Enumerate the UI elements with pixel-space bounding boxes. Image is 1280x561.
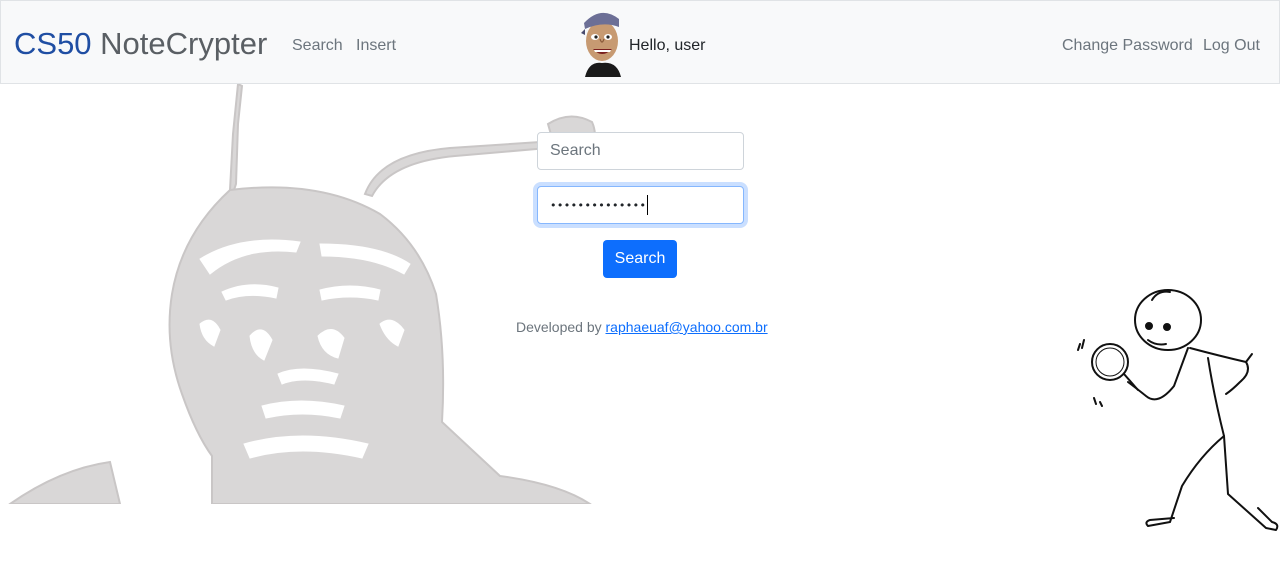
text-caret — [647, 195, 649, 215]
navbar: CS50 NoteCrypter Search Insert Hello, us… — [0, 0, 1280, 84]
stick-figure-with-magnifier-illustration — [1077, 289, 1279, 531]
password-masked-value: •••••••••••••• — [550, 198, 647, 212]
search-input[interactable] — [537, 132, 744, 170]
nav-search-link[interactable]: Search — [292, 36, 343, 56]
log-out-link[interactable]: Log Out — [1203, 36, 1260, 56]
background-face-illustration — [8, 84, 596, 504]
change-password-link[interactable]: Change Password — [1062, 36, 1193, 56]
footer-prefix: Developed by — [516, 319, 602, 335]
avatar-caricature — [581, 12, 621, 77]
brand-cs50: CS50 — [14, 26, 92, 61]
developer-email-link[interactable]: raphaeuaf@yahoo.com.br — [606, 319, 768, 335]
search-button[interactable]: Search — [603, 240, 677, 278]
nav-insert-link[interactable]: Insert — [356, 36, 396, 56]
brand-logo[interactable]: CS50 NoteCrypter — [14, 25, 267, 63]
footer: Developed by raphaeuaf@yahoo.com.br — [516, 319, 768, 336]
brand-notecrypter: NoteCrypter — [100, 26, 268, 61]
password-input[interactable]: •••••••••••••• — [537, 186, 744, 224]
greeting-text: Hello, user — [629, 37, 706, 54]
